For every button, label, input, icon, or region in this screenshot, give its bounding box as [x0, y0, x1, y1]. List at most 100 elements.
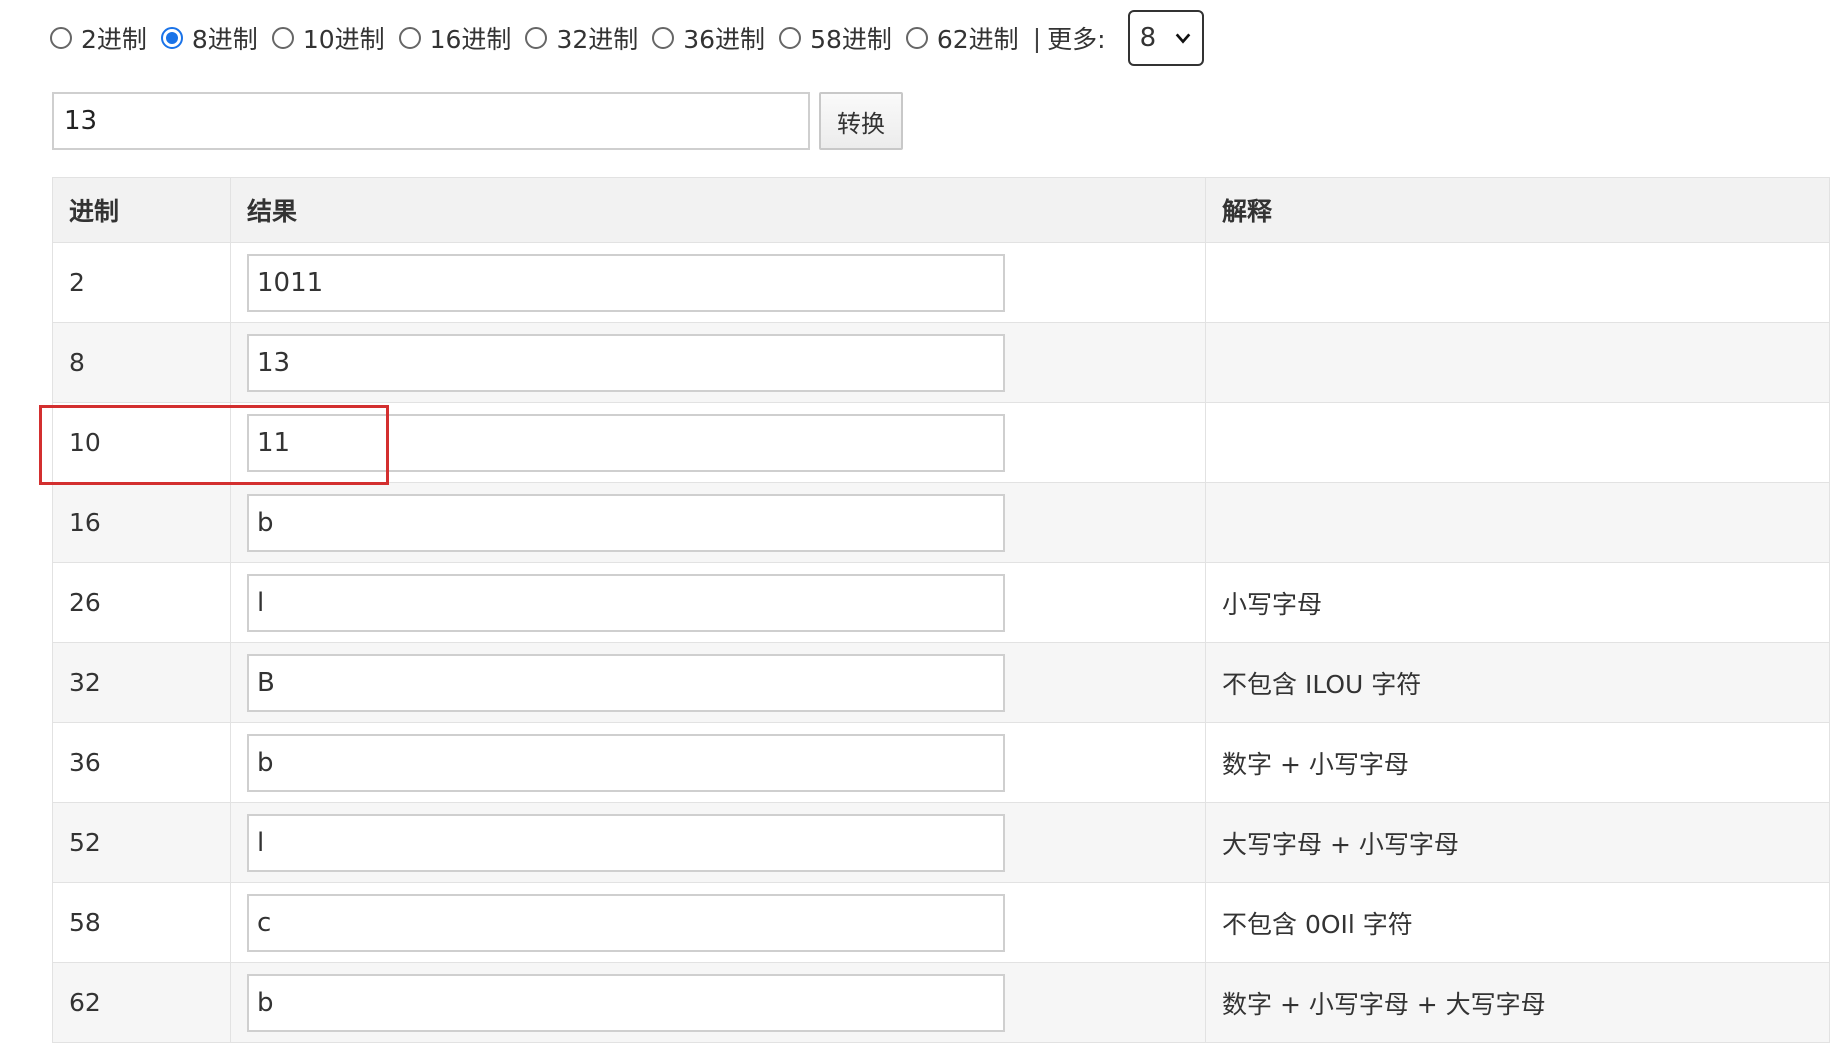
table-header-row: 进制 结果 解释 — [52, 177, 1830, 243]
result-cell: b — [230, 722, 1206, 803]
table-row: 2 1011 — [52, 242, 1830, 323]
result-cell: 1011 — [230, 242, 1206, 323]
radio-option-16[interactable]: 16进制 — [398, 20, 512, 56]
result-table: 进制 结果 解释 2 1011 8 13 10 11 16 b 26 l 小写字… — [52, 177, 1830, 1043]
note-cell: 数字 + 小写字母 + 大写字母 — [1205, 962, 1830, 1043]
radio-button[interactable] — [652, 27, 675, 49]
result-value: 11 — [257, 427, 291, 458]
base-cell: 2 — [52, 242, 231, 323]
radio-button[interactable] — [779, 27, 802, 49]
note-cell — [1205, 482, 1830, 563]
radio-label: 32进制 — [556, 25, 639, 54]
chevron-down-icon — [1175, 33, 1190, 44]
note-cell: 数字 + 小写字母 — [1205, 722, 1830, 803]
result-field[interactable]: b — [247, 733, 1005, 792]
select-value: 8 — [1139, 23, 1157, 53]
result-value: l — [257, 827, 265, 858]
number-input[interactable]: 13 — [52, 92, 810, 150]
radio-label: 8进制 — [191, 25, 258, 54]
number-input-value: 13 — [64, 106, 98, 136]
table-row: 10 11 — [52, 402, 1830, 483]
result-field[interactable]: b — [247, 973, 1005, 1032]
radio-button[interactable] — [905, 27, 928, 49]
table-row: 36 b 数字 + 小写字母 — [52, 722, 1830, 803]
base-cell: 36 — [52, 722, 231, 803]
radio-option-58[interactable]: 58进制 — [779, 20, 892, 56]
result-field[interactable]: l — [247, 573, 1005, 632]
result-cell: 11 — [230, 402, 1206, 483]
radio-button-selected[interactable] — [160, 27, 183, 49]
radio-option-8[interactable]: 8进制 — [160, 20, 258, 56]
note-cell — [1205, 242, 1830, 323]
result-cell: b — [230, 962, 1206, 1043]
result-field[interactable]: B — [247, 653, 1005, 712]
result-field[interactable]: c — [247, 893, 1005, 952]
result-field[interactable]: l — [247, 813, 1005, 872]
result-cell: B — [230, 642, 1206, 723]
result-cell: c — [230, 882, 1206, 963]
base-cell: 52 — [52, 802, 231, 883]
table-row: 62 b 数字 + 小写字母 + 大写字母 — [52, 962, 1830, 1043]
result-field[interactable]: 13 — [247, 333, 1005, 392]
table-row: 58 c 不包含 0OIl 字符 — [52, 882, 1830, 963]
more-radix-select[interactable]: 8 — [1127, 10, 1204, 66]
result-field[interactable]: 1011 — [247, 253, 1005, 312]
radio-label: 16进制 — [429, 25, 512, 54]
table-row: 8 13 — [52, 322, 1830, 403]
result-value: b — [257, 987, 274, 1018]
separator: | — [1032, 23, 1042, 53]
table-row: 16 b — [52, 482, 1830, 563]
base-cell: 26 — [52, 562, 231, 643]
radio-label: 58进制 — [810, 25, 892, 54]
radio-button[interactable] — [271, 27, 294, 49]
header-result: 结果 — [230, 177, 1206, 243]
result-cell: b — [230, 482, 1206, 563]
radio-label: 62进制 — [936, 25, 1019, 54]
base-cell: 58 — [52, 882, 231, 963]
radio-option-10[interactable]: 10进制 — [271, 20, 385, 56]
base-cell: 8 — [52, 322, 231, 403]
input-row: 13 转换 — [52, 92, 903, 150]
base-cell: 16 — [52, 482, 231, 563]
result-value: B — [257, 667, 275, 698]
result-value: b — [257, 747, 274, 778]
result-value: 13 — [257, 347, 291, 378]
page: 2进制 8进制 10进制 16进制 32进制 36进制 58进制 62进制 | … — [0, 0, 1840, 1050]
result-value: 1011 — [257, 267, 324, 298]
radix-radio-group: 2进制 8进制 10进制 16进制 32进制 36进制 58进制 62进制 | … — [50, 8, 1204, 68]
note-cell: 小写字母 — [1205, 562, 1830, 643]
result-cell: 13 — [230, 322, 1206, 403]
base-cell: 10 — [52, 402, 231, 483]
radio-button[interactable] — [525, 27, 548, 49]
table-row: 32 B 不包含 ILOU 字符 — [52, 642, 1830, 723]
radio-option-36[interactable]: 36进制 — [652, 20, 765, 56]
radio-option-62[interactable]: 62进制 — [905, 20, 1019, 56]
header-note: 解释 — [1205, 177, 1830, 243]
result-field[interactable]: b — [247, 493, 1005, 552]
more-label: 更多: — [1047, 25, 1106, 54]
base-cell: 32 — [52, 642, 231, 723]
radio-label: 2进制 — [81, 25, 147, 54]
result-value: l — [257, 587, 265, 618]
base-cell: 62 — [52, 962, 231, 1043]
table-row: 52 l 大写字母 + 小写字母 — [52, 802, 1830, 883]
radio-label: 10进制 — [302, 25, 385, 54]
radio-option-2[interactable]: 2进制 — [50, 20, 147, 56]
result-cell: l — [230, 562, 1206, 643]
header-base: 进制 — [52, 177, 231, 243]
result-value: c — [257, 907, 272, 938]
radio-label: 36进制 — [683, 25, 766, 54]
radio-option-32[interactable]: 32进制 — [525, 20, 638, 56]
radio-button[interactable] — [50, 27, 72, 49]
note-cell: 大写字母 + 小写字母 — [1205, 802, 1830, 883]
note-cell — [1205, 322, 1830, 403]
radio-button[interactable] — [398, 27, 421, 49]
note-cell: 不包含 0OIl 字符 — [1205, 882, 1830, 963]
result-cell: l — [230, 802, 1206, 883]
convert-button[interactable]: 转换 — [819, 92, 903, 150]
note-cell: 不包含 ILOU 字符 — [1205, 642, 1830, 723]
note-cell — [1205, 402, 1830, 483]
table-row: 26 l 小写字母 — [52, 562, 1830, 643]
result-field[interactable]: 11 — [247, 413, 1005, 472]
result-value: b — [257, 507, 274, 538]
